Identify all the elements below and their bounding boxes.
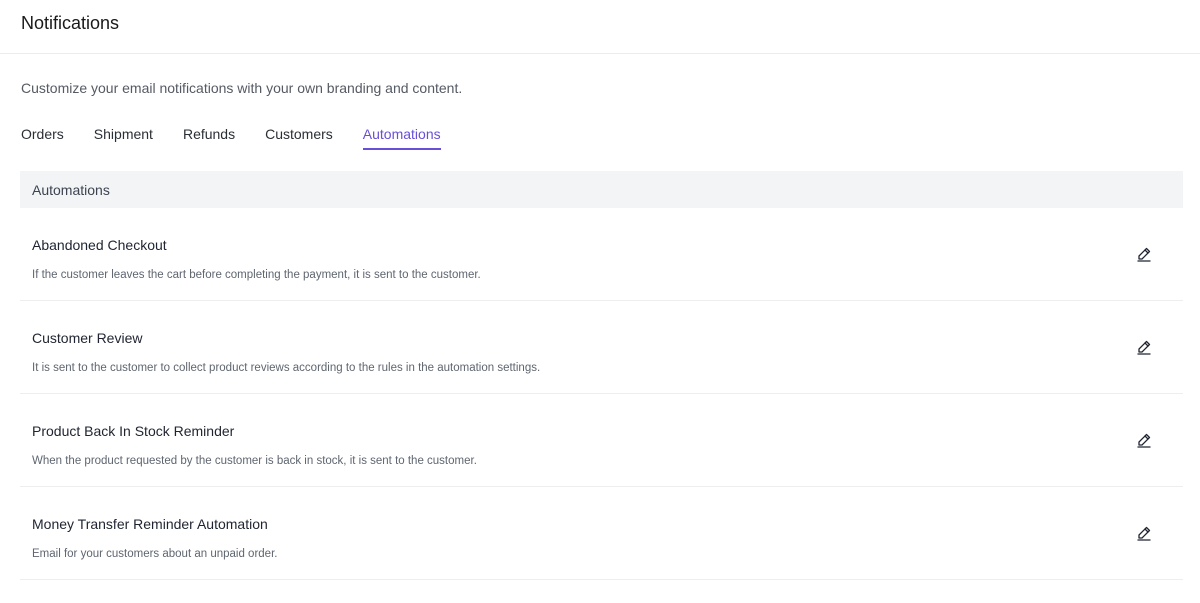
edit-pencil-icon	[1137, 340, 1151, 355]
list-item: Customer Review It is sent to the custom…	[20, 301, 1183, 394]
item-title: Product Back In Stock Reminder	[32, 423, 235, 439]
tab-orders[interactable]: Orders	[21, 126, 64, 150]
item-description: If the customer leaves the cart before c…	[32, 269, 481, 281]
edit-pencil-icon	[1137, 433, 1151, 448]
section-header: Automations	[20, 171, 1183, 208]
list-item: Abandoned Checkout If the customer leave…	[20, 208, 1183, 301]
list-item: Money Transfer Reminder Automation Email…	[20, 487, 1183, 580]
item-description: When the product requested by the custom…	[32, 455, 477, 467]
automations-section: Automations Abandoned Checkout If the cu…	[20, 171, 1183, 580]
page-title: Notifications	[21, 13, 120, 33]
edit-pencil-icon	[1137, 247, 1151, 262]
edit-button[interactable]	[1135, 245, 1153, 263]
item-title: Abandoned Checkout	[32, 237, 167, 253]
page-subtitle: Customize your email notifications with …	[21, 80, 463, 96]
edit-button[interactable]	[1135, 338, 1153, 356]
item-title: Money Transfer Reminder Automation	[32, 516, 268, 532]
item-title: Customer Review	[32, 330, 143, 346]
tab-refunds[interactable]: Refunds	[183, 126, 235, 150]
item-description: It is sent to the customer to collect pr…	[32, 362, 541, 374]
page-header: Notifications	[0, 0, 1200, 54]
tab-automations[interactable]: Automations	[362, 126, 441, 150]
notification-tabs: Orders Shipment Refunds Customers Automa…	[21, 126, 1183, 152]
tab-customers[interactable]: Customers	[265, 126, 333, 150]
tab-shipment[interactable]: Shipment	[94, 126, 153, 150]
list-item: Product Back In Stock Reminder When the …	[20, 394, 1183, 487]
item-description: Email for your customers about an unpaid…	[32, 548, 278, 560]
edit-button[interactable]	[1135, 524, 1153, 542]
edit-button[interactable]	[1135, 431, 1153, 449]
edit-pencil-icon	[1137, 526, 1151, 541]
main-content: Customize your email notifications with …	[0, 80, 1200, 580]
